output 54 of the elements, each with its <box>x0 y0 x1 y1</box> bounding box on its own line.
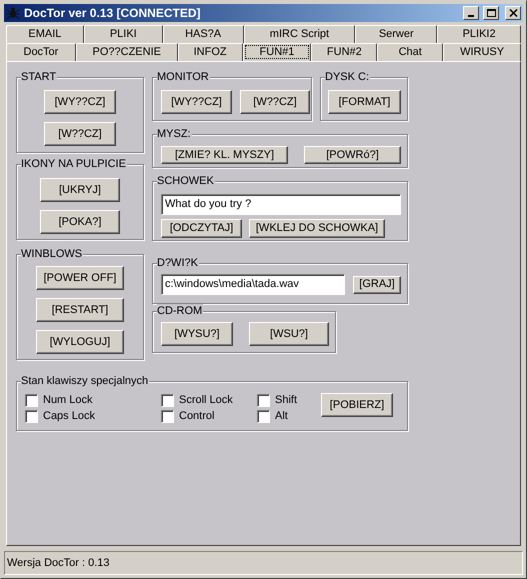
action-button[interactable]: [FORMAT] <box>328 90 401 114</box>
checkbox-label: Num Lock <box>43 392 93 408</box>
checkbox-label: Scroll Lock <box>179 392 233 408</box>
action-button[interactable]: [WY??CZ] <box>44 90 116 114</box>
checkbox[interactable] <box>25 410 38 422</box>
tab[interactable]: Chat <box>377 43 444 61</box>
maximize-icon <box>486 9 496 17</box>
action-button[interactable]: [WY??CZ] <box>161 90 232 114</box>
checkbox-label: Caps Lock <box>43 408 95 424</box>
tab[interactable]: PO??CZENIE <box>76 43 178 61</box>
minimize-button[interactable] <box>463 6 479 20</box>
action-button[interactable]: [POWER OFF] <box>36 266 124 290</box>
checkbox[interactable] <box>161 410 174 422</box>
checkbox-label: Alt <box>275 408 288 424</box>
action-button[interactable]: [UKRYJ] <box>40 178 120 202</box>
checkbox[interactable] <box>257 410 270 422</box>
tab[interactable]: mIRC Script <box>244 25 356 43</box>
action-button[interactable]: [GRAJ] <box>353 276 401 294</box>
tab[interactable]: INFOZ <box>178 43 243 61</box>
tab[interactable]: HAS?A <box>162 25 244 43</box>
checkbox[interactable] <box>161 394 174 406</box>
tab[interactable]: DocTor <box>6 43 76 61</box>
action-button[interactable]: [RESTART] <box>36 298 124 322</box>
tab[interactable]: PLIKI2 <box>437 25 521 43</box>
action-button[interactable]: [ZMIE? KL. MYSZY] <box>161 146 288 164</box>
action-button[interactable]: [WYLOGUJ] <box>36 330 124 354</box>
close-button[interactable] <box>505 6 521 20</box>
tab[interactable]: EMAIL <box>6 25 84 43</box>
checkbox[interactable] <box>25 394 38 406</box>
tab[interactable]: PLIKI <box>84 25 163 43</box>
action-button[interactable]: [POBIERZ] <box>321 393 393 417</box>
tab[interactable]: FUN#2 <box>311 43 378 61</box>
action-button[interactable]: [WKLEJ DO SCHOWKA] <box>249 219 385 238</box>
action-button[interactable]: [WYSU?] <box>161 322 233 346</box>
spider-icon <box>6 6 20 20</box>
status-text: Wersja DocTor : 0.13 <box>7 556 110 571</box>
tab[interactable]: FUN#1 <box>242 43 312 61</box>
action-button[interactable]: [ODCZYTAJ] <box>161 219 242 238</box>
text-field[interactable]: What do you try ? <box>161 194 401 215</box>
checkbox-label: Shift <box>275 392 298 408</box>
action-button[interactable]: [WSU?] <box>249 322 329 346</box>
action-button[interactable]: [W??CZ] <box>240 90 310 114</box>
tab[interactable]: WIRUSY <box>443 43 521 61</box>
group-title: Stan klawiszy specjalnych <box>21 374 150 388</box>
text-field[interactable]: c:\windows\media\tada.wav <box>161 274 345 295</box>
close-icon <box>508 9 518 17</box>
checkbox-label: Control <box>179 408 214 424</box>
action-button[interactable]: [POKA?] <box>40 210 120 234</box>
action-button[interactable]: [W??CZ] <box>44 122 116 146</box>
tab[interactable]: Serwer <box>355 25 438 43</box>
action-button[interactable]: [POWRó?] <box>304 146 401 164</box>
maximize-button[interactable] <box>483 6 499 20</box>
window-title: DocTor ver 0.13 [CONNECTED] <box>24 5 202 22</box>
checkbox[interactable] <box>257 394 270 406</box>
